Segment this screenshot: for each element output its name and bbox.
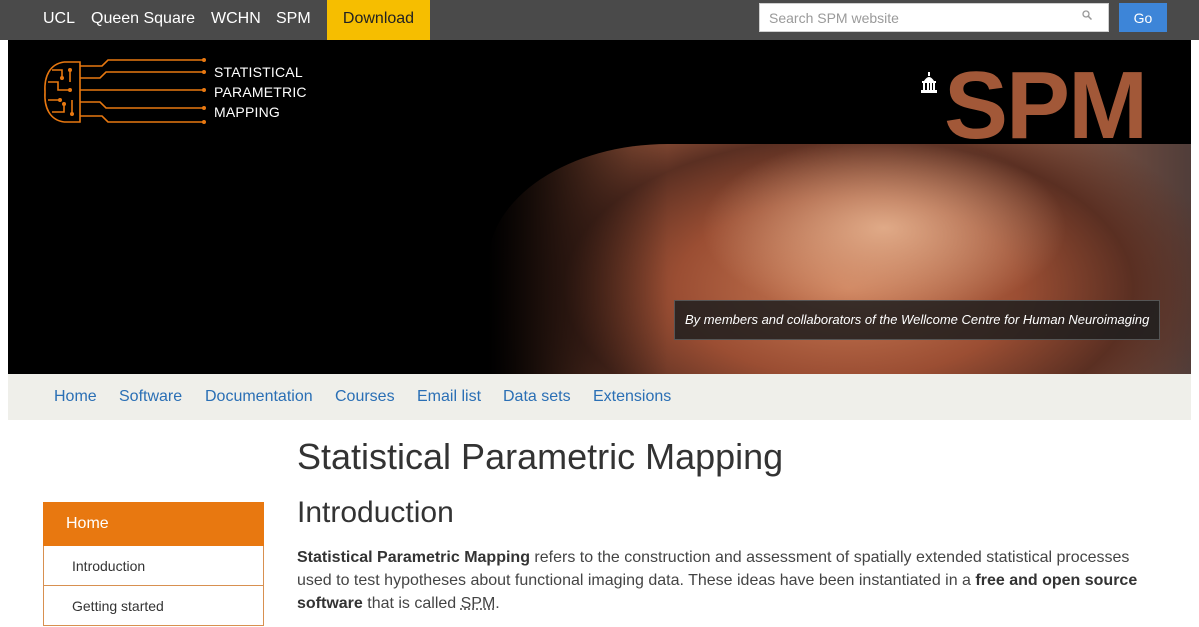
top-link-ucl[interactable]: UCL xyxy=(43,0,75,40)
logo-line-3: MAPPING xyxy=(214,104,280,120)
nav-documentation[interactable]: Documentation xyxy=(205,374,313,420)
download-button[interactable]: Download xyxy=(327,0,430,40)
top-link-wchn[interactable]: WCHN xyxy=(211,0,261,40)
banner-caption: By members and collaborators of the Well… xyxy=(674,300,1161,340)
nav-data-sets[interactable]: Data sets xyxy=(503,374,571,420)
top-bar: UCL Queen Square WCHN SPM Download Go xyxy=(0,0,1199,40)
page-title: Statistical Parametric Mapping xyxy=(297,436,784,477)
nav-home[interactable]: Home xyxy=(54,374,97,420)
spm-circuit-logo-icon[interactable] xyxy=(42,56,212,128)
intro-paragraph: Statistical Parametric Mapping refers to… xyxy=(297,546,1157,615)
intro-bold-term: Statistical Parametric Mapping xyxy=(297,549,530,566)
top-link-spm[interactable]: SPM xyxy=(276,0,311,40)
nav-email-list[interactable]: Email list xyxy=(417,374,481,420)
spm-logo-text: STATISTICAL PARAMETRIC MAPPING xyxy=(214,62,307,122)
search-icon[interactable] xyxy=(1082,10,1092,20)
logo-line-1: STATISTICAL xyxy=(214,64,303,80)
nav-software[interactable]: Software xyxy=(119,374,182,420)
go-button[interactable]: Go xyxy=(1119,3,1167,32)
intro-text-3: . xyxy=(495,595,500,612)
sidebar-item-home[interactable]: Home xyxy=(43,502,264,546)
section-title: Introduction xyxy=(297,496,454,529)
main-nav: Home Software Documentation Courses Emai… xyxy=(8,374,1191,420)
ucl-building-icon[interactable] xyxy=(920,72,938,94)
spm-banner-title: SPM xyxy=(944,52,1148,159)
logo-line-2: PARAMETRIC xyxy=(214,84,307,100)
nav-extensions[interactable]: Extensions xyxy=(593,374,671,420)
search-input[interactable] xyxy=(760,4,1069,31)
hero-banner: STATISTICAL PARAMETRIC MAPPING SPM By me… xyxy=(8,40,1191,374)
sidebar-item-introduction[interactable]: Introduction xyxy=(43,546,264,586)
top-link-queen-square[interactable]: Queen Square xyxy=(91,0,195,40)
spm-abbreviation: SPM xyxy=(460,595,496,612)
search-box xyxy=(759,3,1109,32)
nav-courses[interactable]: Courses xyxy=(335,374,395,420)
intro-text-2: that is called xyxy=(362,595,461,612)
sidebar-item-getting-started[interactable]: Getting started xyxy=(43,586,264,626)
